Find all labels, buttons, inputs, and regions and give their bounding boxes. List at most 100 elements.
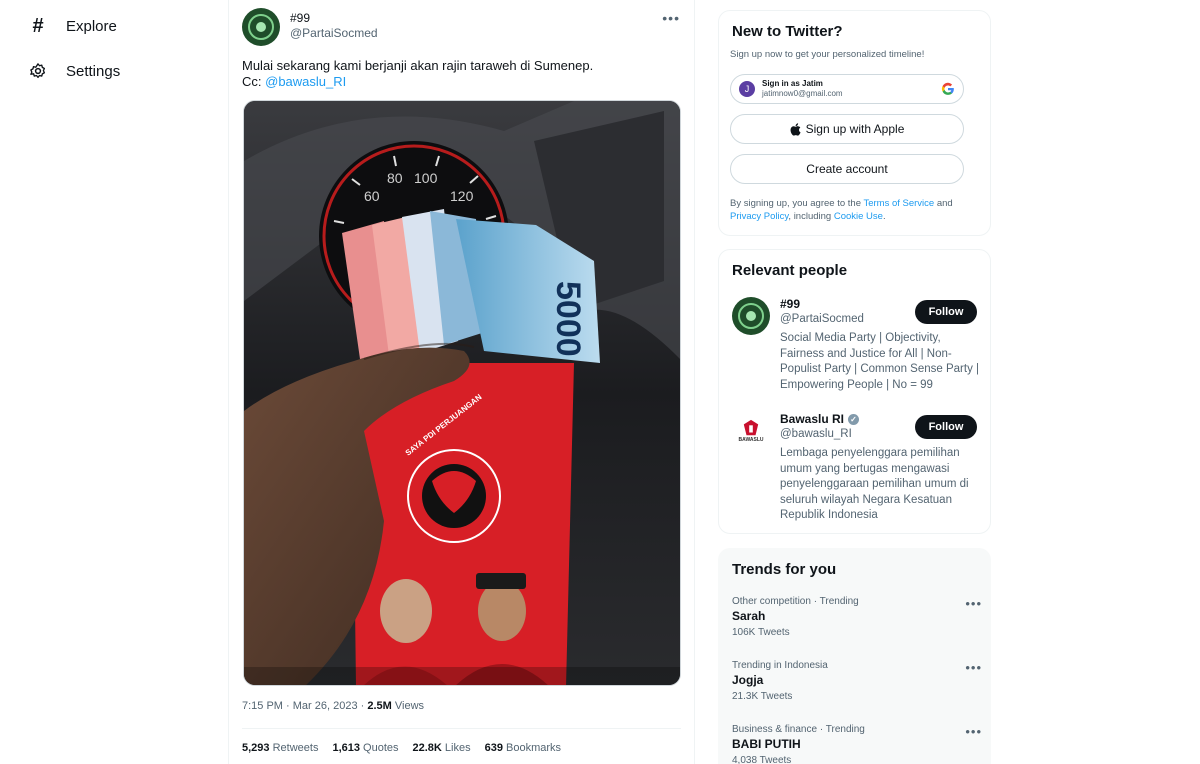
speedo-mark-80: 80 — [387, 170, 403, 186]
trend-name: Jogja — [732, 673, 764, 687]
quotes-count: 1,613 — [332, 742, 360, 754]
follow-button[interactable]: Follow — [915, 415, 977, 439]
tweet-text-line2: Cc: @bawaslu_RI — [242, 74, 672, 90]
cookie-use-link[interactable]: Cookie Use — [834, 211, 883, 222]
apple-signup-label: Sign up with Apple — [805, 122, 905, 136]
author-handle[interactable]: @PartaiSocmed — [290, 26, 378, 40]
tweet-header: #99 @PartaiSocmed — [242, 8, 378, 46]
author-display-name[interactable]: #99 — [290, 11, 378, 25]
speedo-mark-120: 120 — [450, 188, 474, 204]
retweets-label: Retweets — [269, 742, 319, 754]
nav-explore[interactable]: # Explore — [28, 14, 117, 37]
trend-count: 4,038 Tweets — [732, 755, 792, 764]
likes-stat[interactable]: 22.8K Likes — [413, 742, 471, 754]
google-signin-button[interactable]: J Sign in as Jatim jatimnow0@gmail.com — [730, 74, 964, 104]
tweet-text: Mulai sekarang kami berjanji akan rajin … — [242, 58, 672, 90]
person-bio: Social Media Party | Objectivity, Fairne… — [780, 332, 979, 391]
quotes-label: Quotes — [359, 742, 399, 754]
avatar[interactable] — [242, 8, 280, 46]
trend-item[interactable]: Other competition · Trending Sarah 106K … — [732, 596, 982, 638]
likes-label: Likes — [441, 742, 471, 754]
retweets-stat[interactable]: 5,293 Retweets — [242, 742, 318, 754]
nav-settings-label: Settings — [66, 62, 121, 80]
mention-link[interactable]: @bawaslu_RI — [265, 74, 346, 89]
speedo-mark-60: 60 — [364, 188, 380, 204]
views-label: Views — [391, 700, 425, 712]
person-handle[interactable]: @PartaiSocmed — [780, 313, 864, 325]
trend-count: 106K Tweets — [732, 627, 790, 638]
banknote-label: 5000 — [549, 281, 587, 357]
photo-illustration: 60 80 100 120 5000 SAYA PDI PERJUANGAN — [244, 101, 680, 685]
relevant-people-panel: Relevant people #99 @PartaiSocmed Social… — [718, 249, 991, 534]
google-account-avatar: J — [739, 81, 755, 97]
nav-settings[interactable]: Settings — [28, 61, 120, 81]
create-account-button[interactable]: Create account — [730, 154, 964, 184]
avatar-core — [746, 311, 756, 321]
person-card[interactable]: BAWASLU Bawaslu RI ✓ @bawaslu_RI Lembaga … — [732, 412, 982, 522]
left-nav: # Explore Settings — [0, 0, 228, 764]
google-account-info: Sign in as Jatim jatimnow0@gmail.com — [762, 79, 843, 99]
speedo-mark-100: 100 — [414, 170, 438, 186]
create-account-label: Create account — [806, 162, 888, 176]
privacy-policy-link[interactable]: Privacy Policy — [730, 211, 788, 222]
trend-count: 21.3K Tweets — [732, 691, 793, 702]
terms-of-service-link[interactable]: Terms of Service — [863, 198, 934, 209]
retweets-count: 5,293 — [242, 742, 270, 754]
signup-panel: New to Twitter? Sign up now to get your … — [718, 10, 991, 236]
quotes-stat[interactable]: 1,613 Quotes — [332, 742, 398, 754]
gear-icon — [28, 61, 48, 81]
trend-item[interactable]: Business & finance · Trending BABI PUTIH… — [732, 724, 982, 764]
relevant-people-title: Relevant people — [732, 262, 848, 279]
avatar-ring — [738, 303, 764, 329]
tweet-timestamp: 7:15 PM · Mar 26, 2023 · 2.5M Views — [242, 700, 424, 712]
cc-prefix: Cc: — [242, 74, 266, 89]
trend-context: Business & finance · Trending — [732, 724, 865, 735]
tweet-author: #99 @PartaiSocmed — [290, 8, 378, 46]
more-options-icon[interactable]: ••• — [662, 10, 680, 26]
follow-button[interactable]: Follow — [915, 300, 977, 324]
tweet-detail: #99 @PartaiSocmed ••• Mulai sekarang kam… — [228, 0, 695, 764]
signup-title: New to Twitter? — [732, 23, 843, 40]
divider — [242, 728, 681, 729]
google-icon — [941, 82, 955, 99]
more-options-icon[interactable]: ••• — [965, 660, 982, 675]
views-count: 2.5M — [367, 700, 392, 712]
person-card[interactable]: #99 @PartaiSocmed Social Media Party | O… — [732, 297, 982, 397]
trend-context: Other competition · Trending — [732, 596, 859, 607]
terms-and: and — [934, 198, 953, 209]
terms-including: , including — [788, 211, 834, 222]
terms-text: By signing up, you agree to the Terms of… — [730, 197, 980, 223]
bawaslu-logo-icon — [743, 419, 759, 436]
person-name-text: Bawaslu RI — [780, 412, 845, 426]
bookmarks-label: Bookmarks — [502, 742, 562, 754]
avatar-ring — [248, 14, 274, 40]
google-account-name: Sign in as Jatim — [762, 79, 823, 88]
trend-item[interactable]: Trending in Indonesia Jogja 21.3K Tweets… — [732, 660, 982, 702]
nav-explore-label: Explore — [66, 17, 117, 35]
person-handle[interactable]: @bawaslu_RI — [780, 428, 852, 440]
more-options-icon[interactable]: ••• — [965, 596, 982, 611]
verified-badge-icon: ✓ — [848, 413, 860, 425]
terms-prefix: By signing up, you agree to the — [730, 198, 864, 209]
person-name[interactable]: #99 — [780, 297, 800, 311]
trends-panel: Trends for you Other competition · Trend… — [718, 548, 991, 764]
timestamp-text[interactable]: 7:15 PM · Mar 26, 2023 · — [242, 700, 367, 712]
bookmarks-count: 639 — [484, 742, 503, 754]
bawaslu-logo-text: BAWASLU — [738, 437, 764, 443]
bookmarks-stat[interactable]: 639 Bookmarks — [485, 742, 561, 754]
avatar[interactable]: BAWASLU — [732, 412, 770, 450]
signup-subtitle: Sign up now to get your personalized tim… — [730, 49, 925, 60]
trend-name: BABI PUTIH — [732, 737, 801, 751]
hashtag-icon: # — [32, 14, 44, 37]
apple-signup-button[interactable]: Sign up with Apple — [730, 114, 964, 144]
more-options-icon[interactable]: ••• — [965, 724, 982, 739]
person-name[interactable]: Bawaslu RI ✓ — [780, 412, 860, 426]
terms-end: . — [882, 211, 886, 222]
likes-count: 22.8K — [412, 742, 442, 754]
tweet-text-line1: Mulai sekarang kami berjanji akan rajin … — [242, 58, 594, 73]
tweet-photo[interactable]: 60 80 100 120 5000 SAYA PDI PERJUANGAN — [243, 100, 681, 686]
trend-name: Sarah — [732, 609, 766, 623]
avatar-core — [256, 22, 266, 32]
avatar[interactable] — [732, 297, 770, 335]
trend-context: Trending in Indonesia — [732, 660, 828, 671]
